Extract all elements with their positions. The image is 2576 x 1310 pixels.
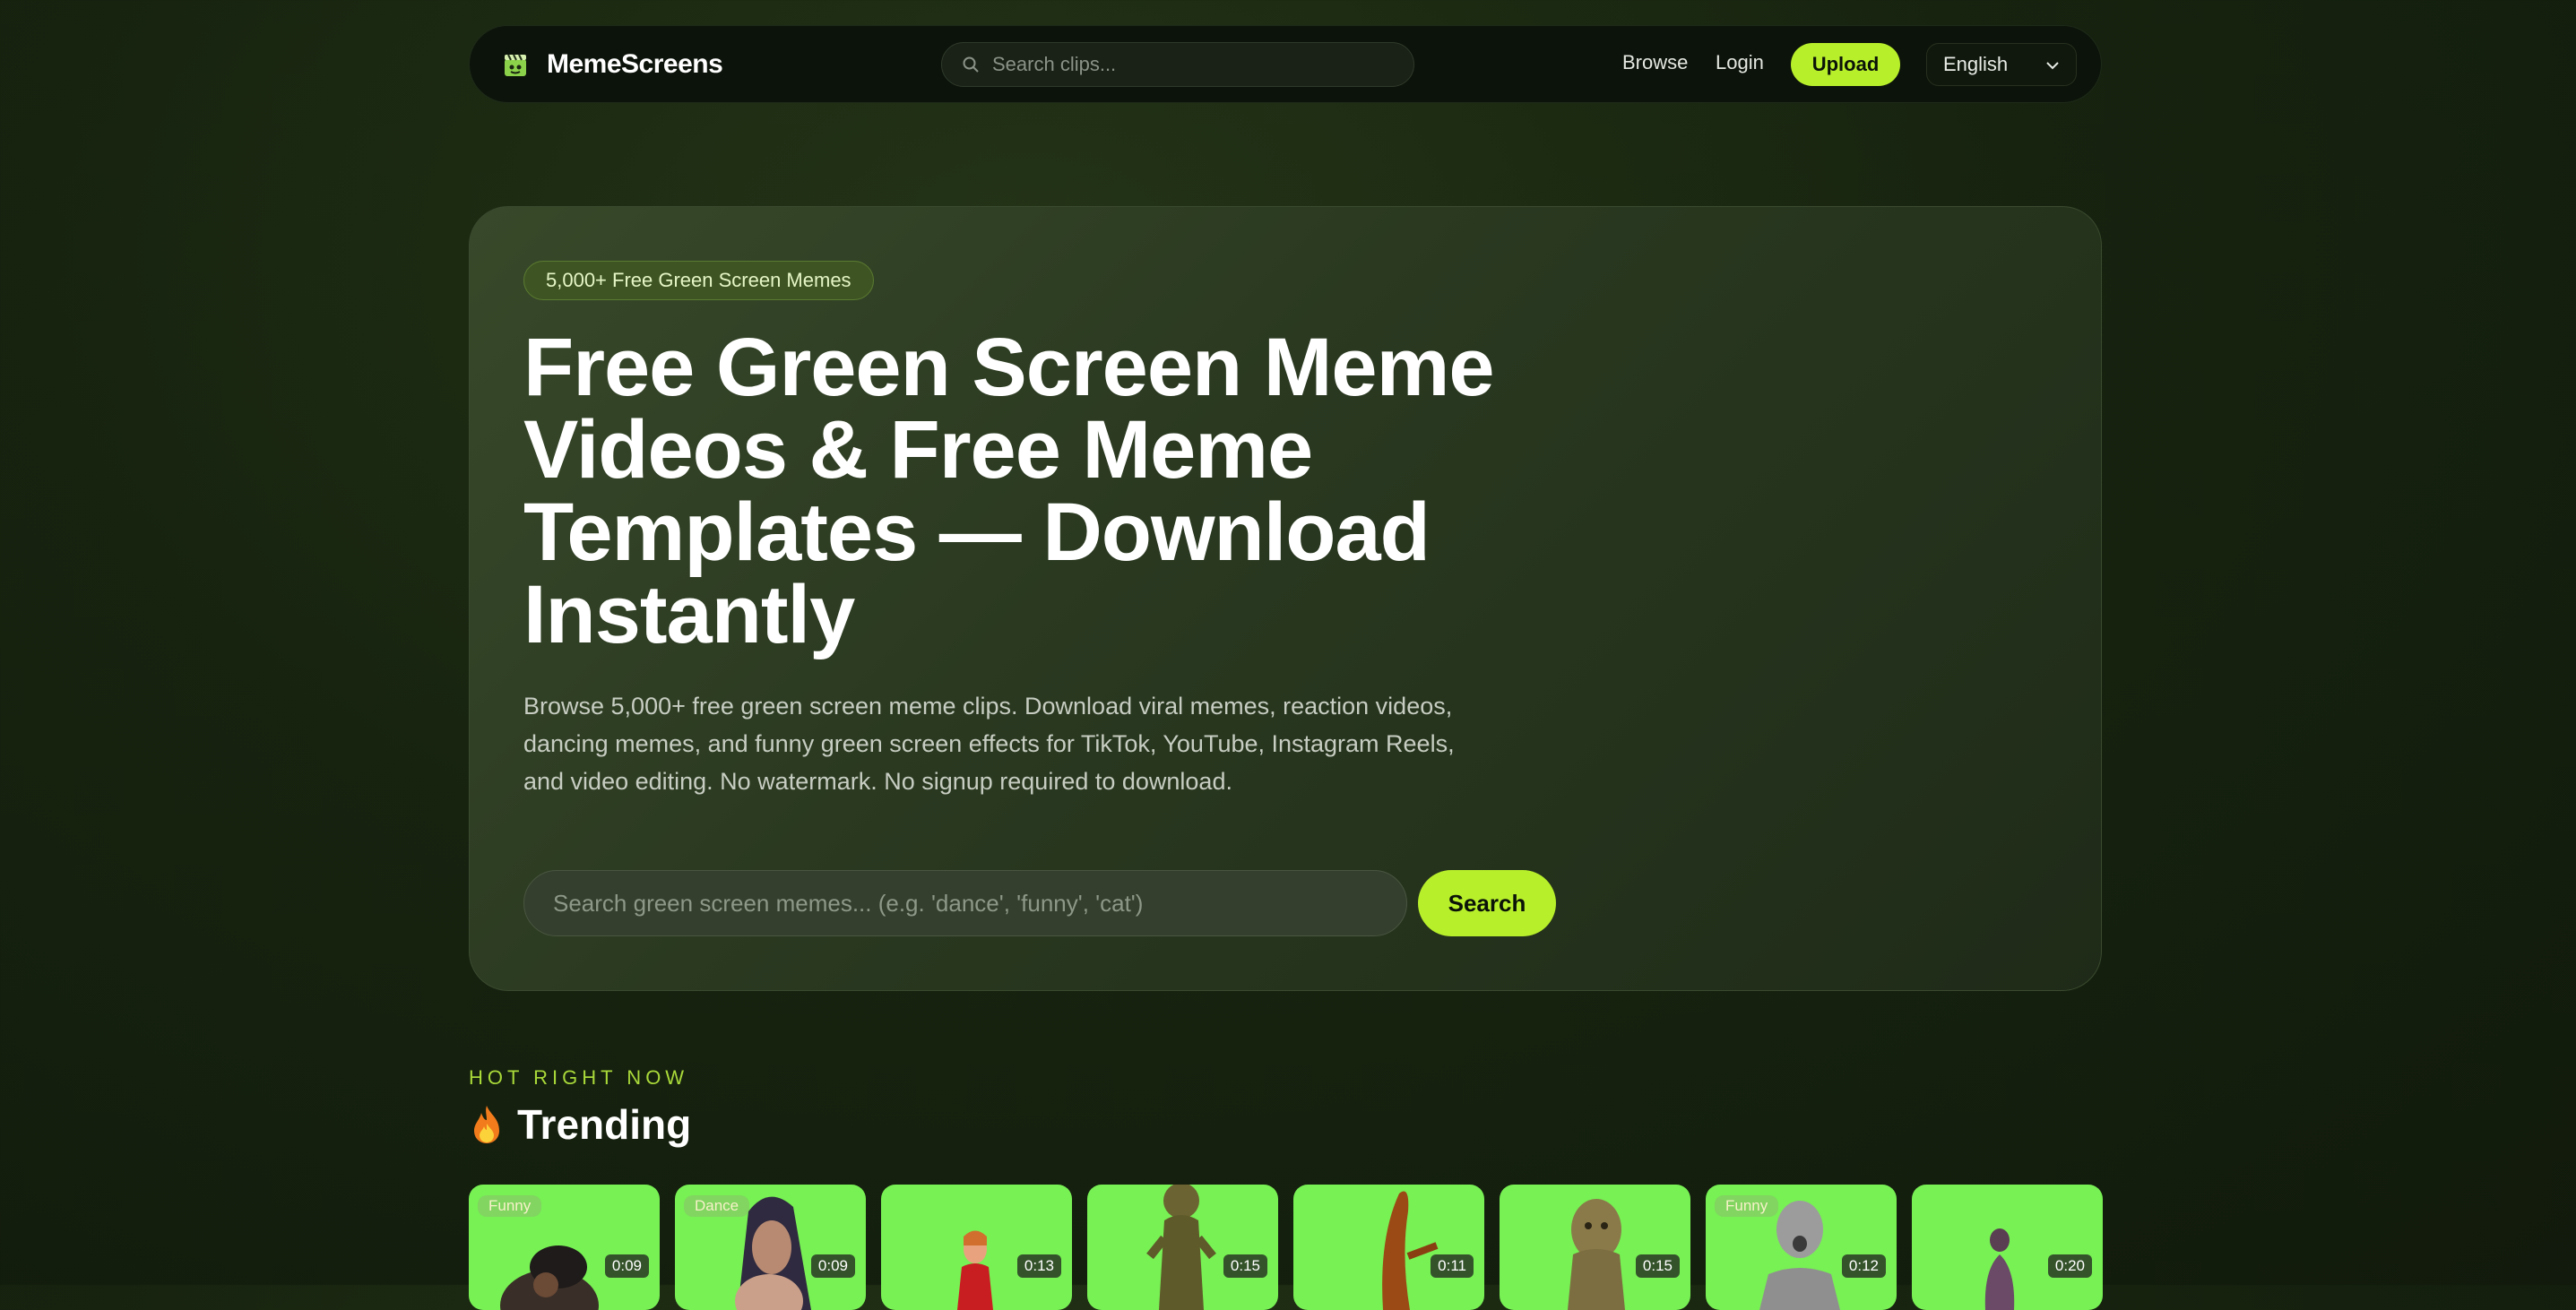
clip-duration: 0:11 xyxy=(1431,1254,1474,1278)
search-icon xyxy=(963,56,979,73)
clip-thumbnail xyxy=(1984,1228,2015,1310)
hero-search-box[interactable] xyxy=(523,870,1407,936)
clip-card[interactable]: 0:11 xyxy=(1293,1185,1484,1310)
upload-button[interactable]: Upload xyxy=(1791,43,1900,86)
clip-duration: 0:13 xyxy=(1016,1254,1061,1278)
clip-card[interactable]: 0:13 xyxy=(881,1185,1072,1310)
clip-duration: 0:15 xyxy=(1223,1254,1267,1278)
brand-name: MemeScreens xyxy=(547,48,723,79)
nav-search-input[interactable] xyxy=(990,52,1388,77)
clip-card[interactable]: Funny 0:09 xyxy=(469,1185,660,1310)
clip-thumbnail xyxy=(957,1230,993,1310)
fire-icon xyxy=(474,1106,499,1143)
top-navbar: MemeScreens Browse Login Upload English xyxy=(469,25,2102,103)
clip-card[interactable]: 0:15 xyxy=(1500,1185,1690,1310)
trending-title: Trending xyxy=(517,1101,692,1148)
hero-badge: 5,000+ Free Green Screen Memes xyxy=(523,261,874,300)
clip-card[interactable]: Dance 0:09 xyxy=(675,1185,866,1310)
hero-description: Browse 5,000+ free green screen meme cli… xyxy=(523,693,1455,795)
hero-search-button[interactable]: Search xyxy=(1418,870,1556,936)
hero-search-input[interactable] xyxy=(551,888,1379,918)
clip-duration: 0:09 xyxy=(810,1254,855,1278)
nav-browse-link[interactable]: Browse xyxy=(1622,51,1688,74)
clip-card[interactable]: Funny 0:12 xyxy=(1706,1185,1897,1310)
clapperboard-logo-icon xyxy=(505,54,526,76)
chevron-down-icon xyxy=(2046,62,2059,70)
nav-search-box[interactable] xyxy=(941,42,1414,87)
hero-title: Free Green Screen Meme Videos & Free Mem… xyxy=(523,322,1495,660)
clip-duration: 0:09 xyxy=(604,1254,649,1278)
clip-thumbnail xyxy=(1146,1185,1216,1310)
clip-thumbnail xyxy=(1382,1191,1439,1310)
trending-eyebrow: HOT RIGHT NOW xyxy=(469,1066,689,1089)
trending-clips-row: Funny 0:09 Dance 0:09 0:13 0:15 0:11 0:1… xyxy=(469,1185,2103,1310)
clip-duration: 0:20 xyxy=(2047,1254,2092,1278)
hero-section: 5,000+ Free Green Screen Memes Free Gree… xyxy=(469,206,2102,991)
clip-thumbnail xyxy=(1568,1199,1625,1310)
language-selected-value: English xyxy=(1943,53,2009,75)
nav-login-link[interactable]: Login xyxy=(1716,51,1764,74)
clip-category-tag: Funny xyxy=(1715,1195,1779,1217)
clip-category-tag: Dance xyxy=(684,1195,750,1217)
clip-category-tag: Funny xyxy=(478,1195,542,1217)
clip-duration: 0:15 xyxy=(1635,1254,1680,1278)
brand-logo-link[interactable]: MemeScreens xyxy=(502,48,723,80)
trending-heading: Trending xyxy=(469,1100,691,1149)
clip-card[interactable]: 0:15 xyxy=(1087,1185,1278,1310)
language-select[interactable]: English xyxy=(1926,43,2077,86)
clip-card[interactable]: 0:20 xyxy=(1912,1185,2103,1310)
clip-duration: 0:12 xyxy=(1841,1254,1886,1278)
